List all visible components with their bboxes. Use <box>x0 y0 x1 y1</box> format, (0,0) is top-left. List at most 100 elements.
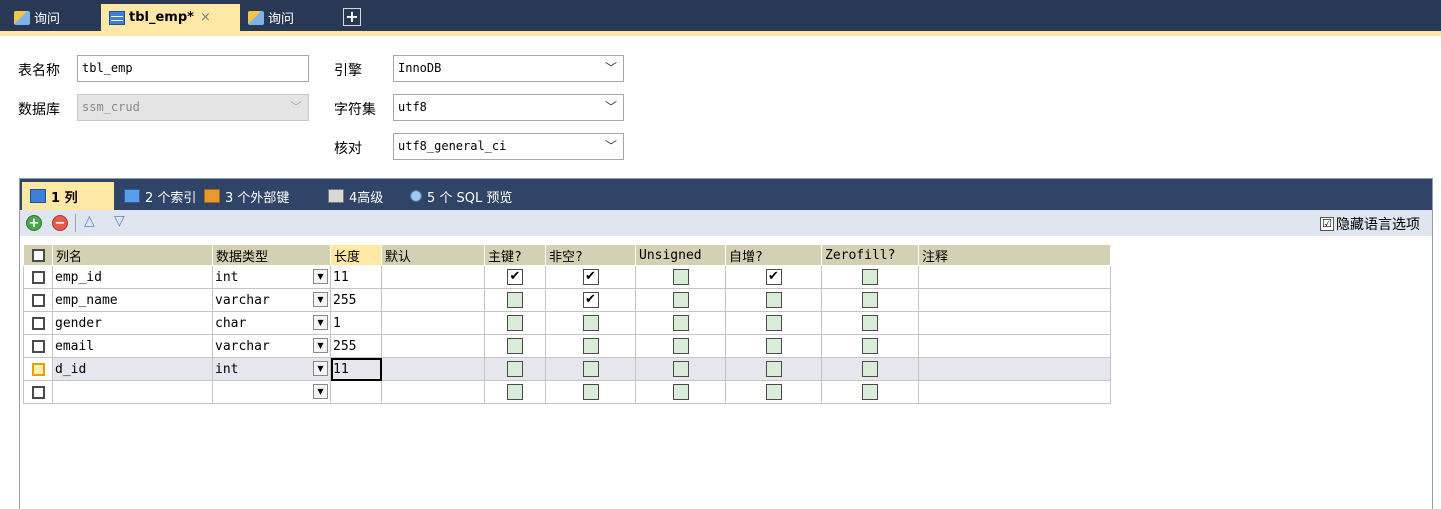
default-cell[interactable] <box>381 334 485 358</box>
column-name-cell[interactable]: emp_id <box>52 265 213 289</box>
collation-select[interactable]: utf8_general_ci ﹀ <box>393 133 624 160</box>
auto-increment-cell[interactable] <box>725 311 822 335</box>
checkbox-icon[interactable] <box>507 338 523 354</box>
comment-cell[interactable] <box>918 357 1111 381</box>
header-default[interactable]: 默认 <box>381 244 485 266</box>
tab-advanced[interactable]: 4高级 <box>320 182 400 210</box>
table-row[interactable]: ▼ <box>23 380 1111 404</box>
header-unsigned[interactable]: Unsigned <box>635 244 726 266</box>
move-down-icon[interactable]: ▽ <box>114 213 125 229</box>
data-type-cell[interactable]: ▼ <box>212 380 331 404</box>
data-type-cell[interactable]: int ▼ <box>212 357 331 381</box>
checkbox-icon[interactable] <box>862 361 878 377</box>
zerofill-cell[interactable] <box>821 380 919 404</box>
auto-increment-cell[interactable] <box>725 357 822 381</box>
column-name-cell[interactable]: email <box>52 334 213 358</box>
header-auto-increment[interactable]: 自增? <box>725 244 822 266</box>
default-cell[interactable] <box>381 311 485 335</box>
primary-key-cell[interactable] <box>484 334 546 358</box>
add-column-button[interactable]: + <box>26 215 42 231</box>
data-type-cell[interactable]: varchar ▼ <box>212 334 331 358</box>
column-name-cell[interactable]: emp_name <box>52 288 213 312</box>
checkbox-icon[interactable] <box>862 269 878 285</box>
dropdown-arrow-icon[interactable]: ▼ <box>313 269 328 284</box>
charset-select[interactable]: utf8 ﹀ <box>393 94 624 121</box>
comment-cell[interactable] <box>918 380 1111 404</box>
primary-key-cell[interactable] <box>484 380 546 404</box>
length-cell[interactable] <box>330 380 382 404</box>
dropdown-arrow-icon[interactable]: ▼ <box>313 361 328 376</box>
unsigned-cell[interactable] <box>635 334 726 358</box>
table-row[interactable]: d_id int ▼ 11 <box>23 357 1111 381</box>
checkbox-icon[interactable] <box>582 361 599 377</box>
checkbox-icon[interactable] <box>507 315 523 331</box>
row-selector[interactable] <box>23 380 53 404</box>
dropdown-arrow-icon[interactable]: ▼ <box>313 315 328 330</box>
length-cell[interactable]: 11 <box>330 265 382 289</box>
unsigned-cell[interactable] <box>635 311 726 335</box>
checkbox-icon[interactable] <box>672 384 689 400</box>
header-name[interactable]: 列名 <box>52 244 213 266</box>
checkbox-icon[interactable] <box>582 384 599 400</box>
checkbox-icon[interactable] <box>672 269 689 285</box>
header-not-null[interactable]: 非空? <box>545 244 636 266</box>
auto-increment-cell[interactable] <box>725 288 822 312</box>
checkbox-icon[interactable] <box>765 361 782 377</box>
zerofill-cell[interactable] <box>821 311 919 335</box>
checkbox-icon[interactable] <box>862 292 878 308</box>
not-null-cell[interactable]: ✔ <box>545 265 636 289</box>
data-type-cell[interactable]: varchar ▼ <box>212 288 331 312</box>
checkbox-icon[interactable] <box>672 315 689 331</box>
checkbox-icon[interactable] <box>507 292 523 308</box>
delete-column-button[interactable]: − <box>52 215 68 231</box>
dropdown-arrow-icon[interactable]: ▼ <box>313 384 328 399</box>
not-null-cell[interactable] <box>545 311 636 335</box>
checkbox-icon[interactable] <box>765 338 782 354</box>
auto-increment-cell[interactable] <box>725 380 822 404</box>
comment-cell[interactable] <box>918 288 1111 312</box>
tab-foreign-keys[interactable]: 3 个外部键 <box>196 182 318 210</box>
checkbox-icon[interactable] <box>672 361 689 377</box>
unsigned-cell[interactable] <box>635 288 726 312</box>
default-cell[interactable] <box>381 357 485 381</box>
primary-key-cell[interactable] <box>484 357 546 381</box>
checkbox-checked-icon[interactable]: ✔ <box>582 269 599 285</box>
table-row[interactable]: emp_name varchar ▼ 255 ✔ <box>23 288 1111 312</box>
default-cell[interactable] <box>381 380 485 404</box>
zerofill-cell[interactable] <box>821 265 919 289</box>
table-name-input[interactable]: tbl_emp <box>77 55 309 82</box>
tab-query-1[interactable]: 询问 <box>0 4 98 31</box>
data-type-cell[interactable]: int ▼ <box>212 265 331 289</box>
length-cell[interactable]: 11 <box>330 357 382 381</box>
checkbox-icon[interactable] <box>862 384 878 400</box>
length-cell[interactable]: 255 <box>330 288 382 312</box>
checkbox-checked-icon[interactable]: ✔ <box>582 292 599 308</box>
dropdown-arrow-icon[interactable]: ▼ <box>313 338 328 353</box>
length-cell[interactable]: 1 <box>330 311 382 335</box>
engine-select[interactable]: InnoDB ﹀ <box>393 55 624 82</box>
table-row[interactable]: gender char ▼ 1 <box>23 311 1111 335</box>
not-null-cell[interactable] <box>545 334 636 358</box>
checkbox-icon[interactable] <box>507 384 523 400</box>
checkbox-icon[interactable] <box>582 338 599 354</box>
table-row[interactable]: email varchar ▼ 255 <box>23 334 1111 358</box>
header-type[interactable]: 数据类型 <box>212 244 331 266</box>
default-cell[interactable] <box>381 265 485 289</box>
header-comment[interactable]: 注释 <box>918 244 1111 266</box>
checkbox-icon[interactable] <box>862 338 878 354</box>
comment-cell[interactable] <box>918 334 1111 358</box>
column-name-cell[interactable]: gender <box>52 311 213 335</box>
comment-cell[interactable] <box>918 311 1111 335</box>
header-length[interactable]: 长度 <box>330 244 382 266</box>
header-zerofill[interactable]: Zerofill? <box>821 244 919 266</box>
checkbox-icon[interactable] <box>507 361 523 377</box>
close-icon[interactable]: × <box>200 10 211 25</box>
checkbox-icon[interactable] <box>672 338 689 354</box>
default-cell[interactable] <box>381 288 485 312</box>
auto-increment-cell[interactable] <box>725 334 822 358</box>
header-primary-key[interactable]: 主键? <box>484 244 546 266</box>
unsigned-cell[interactable] <box>635 380 726 404</box>
row-selector[interactable] <box>23 288 53 312</box>
comment-cell[interactable] <box>918 265 1111 289</box>
auto-increment-cell[interactable]: ✔ <box>725 265 822 289</box>
